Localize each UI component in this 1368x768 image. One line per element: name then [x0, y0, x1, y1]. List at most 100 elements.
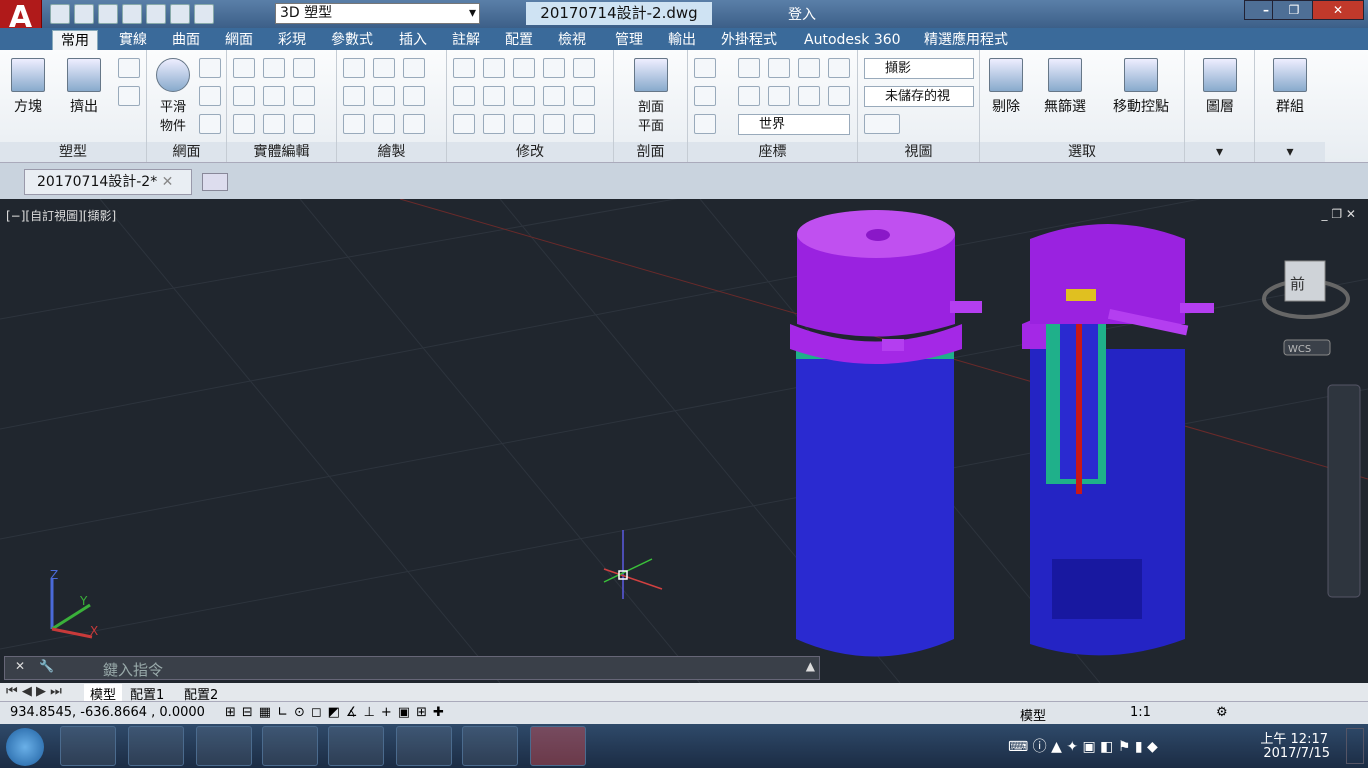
- viewcube[interactable]: 前 WCS: [1262, 260, 1350, 356]
- tab-featured-apps[interactable]: 精選應用程式: [924, 30, 1008, 50]
- viewport-window-controls[interactable]: _ ❐ ✕: [1322, 207, 1356, 221]
- command-input[interactable]: 鍵入指令: [103, 659, 163, 680]
- panel-title-coordinates[interactable]: 座標: [688, 142, 857, 162]
- close-icon[interactable]: ✕: [15, 659, 25, 673]
- navigation-bar[interactable]: [1327, 384, 1361, 598]
- move-gizmo-button[interactable]: 移動控點: [1104, 58, 1178, 116]
- section-plane-button[interactable]: 剖面 平面: [627, 58, 675, 134]
- autocad-taskbar-icon[interactable]: [530, 726, 586, 766]
- ucs-named-icon[interactable]: [738, 58, 760, 78]
- thicken-icon[interactable]: [263, 114, 285, 134]
- 3d-move-icon[interactable]: [483, 58, 505, 78]
- tab-render[interactable]: 彩現: [278, 30, 306, 50]
- ucs-origin-icon[interactable]: [768, 58, 790, 78]
- no-filter-button[interactable]: 無篩選: [1034, 58, 1096, 116]
- save-icon[interactable]: [98, 4, 118, 24]
- explorer-taskbar-icon[interactable]: [128, 726, 184, 766]
- print-icon[interactable]: [146, 4, 166, 24]
- command-line[interactable]: ✕ 🔧 鍵入指令 ▲: [4, 656, 820, 680]
- smooth-more-icon[interactable]: [199, 58, 221, 78]
- subtract-icon[interactable]: [233, 86, 255, 106]
- rotate-icon[interactable]: [513, 86, 535, 106]
- wrench-icon[interactable]: 🔧: [39, 659, 54, 673]
- polygon-icon[interactable]: [343, 114, 365, 134]
- ucs-world-select[interactable]: 世界: [738, 114, 850, 135]
- ucs-x-icon[interactable]: [768, 86, 790, 106]
- arc-icon[interactable]: [403, 58, 425, 78]
- open-icon[interactable]: [74, 4, 94, 24]
- trim-icon[interactable]: [573, 58, 595, 78]
- ucs-world-icon[interactable]: [694, 86, 716, 106]
- tank-model-full[interactable]: [790, 210, 982, 657]
- panel-title-draw[interactable]: 繪製: [337, 142, 446, 162]
- sign-in-link[interactable]: 登入: [788, 4, 816, 24]
- extrude-button[interactable]: 擠出: [60, 58, 108, 116]
- intersect-icon[interactable]: [233, 114, 255, 134]
- viewport-config-icon[interactable]: [864, 114, 900, 134]
- ucs-object-icon[interactable]: [828, 58, 850, 78]
- drafting-toggles[interactable]: ⊞⊟▦∟⊙◻◩∡⊥+▣⊞✚: [225, 705, 450, 720]
- command-history-icon[interactable]: ▲: [806, 659, 815, 673]
- restore-button[interactable]: ❐: [1272, 0, 1316, 20]
- tab-mesh[interactable]: 網面: [225, 30, 253, 50]
- box-button[interactable]: 方塊: [4, 58, 52, 116]
- ucs-3point-icon[interactable]: [828, 86, 850, 106]
- model-space-button[interactable]: 模型: [1020, 705, 1046, 724]
- panel-title-modify[interactable]: 修改: [447, 142, 613, 162]
- tab-addins[interactable]: 外掛程式: [721, 30, 777, 50]
- polyline-icon[interactable]: [343, 58, 365, 78]
- tab-output[interactable]: 輸出: [668, 30, 696, 50]
- named-view-select[interactable]: 未儲存的視: [864, 86, 974, 107]
- tab-annotate[interactable]: 註解: [452, 30, 480, 50]
- array-icon[interactable]: [573, 114, 595, 134]
- tank-model-section[interactable]: [1022, 224, 1214, 656]
- smooth-object-button[interactable]: 平滑 物件: [149, 58, 197, 134]
- circle-icon[interactable]: [403, 86, 425, 106]
- viewport-controls[interactable]: [−][自訂視圖][擷影]: [6, 207, 116, 224]
- panel-title-section[interactable]: 剖面: [614, 142, 687, 162]
- presspull-icon[interactable]: [118, 86, 140, 106]
- tab-insert[interactable]: 插入: [399, 30, 427, 50]
- helix-icon[interactable]: [373, 58, 395, 78]
- ucs-view-icon[interactable]: [798, 58, 820, 78]
- line-icon[interactable]: [373, 86, 395, 106]
- panel-title-groups[interactable]: ▾: [1255, 142, 1325, 162]
- tab-layout[interactable]: 配置: [505, 30, 533, 50]
- ucs-previous-icon[interactable]: [738, 86, 760, 106]
- fillet-icon[interactable]: [543, 58, 565, 78]
- ucs-icon[interactable]: [694, 58, 716, 78]
- redo-icon[interactable]: [194, 4, 214, 24]
- mirror-icon[interactable]: [483, 114, 505, 134]
- layers-button[interactable]: 圖層: [1196, 58, 1244, 116]
- tray-icons[interactable]: ⌨ ⓘ ▲ ✦ ▣ ◧ ⚑ ▮ ◆: [1008, 736, 1158, 756]
- chamfer-icon[interactable]: [573, 86, 595, 106]
- drawing-viewport[interactable]: Z Y X 前 WCS [−][自訂視圖][擷影] _ ❐ ✕: [0, 199, 1368, 683]
- smooth-less-icon[interactable]: [199, 86, 221, 106]
- align-icon[interactable]: [453, 86, 475, 106]
- erase-icon[interactable]: [453, 114, 475, 134]
- coordinates-readout[interactable]: 934.8545, -636.8664 , 0.0000: [10, 705, 205, 720]
- copy-icon[interactable]: [543, 86, 565, 106]
- show-desktop-button[interactable]: [1346, 728, 1364, 764]
- refine-mesh-icon[interactable]: [199, 114, 221, 134]
- document-tab[interactable]: 20170714設計-2* ✕: [24, 169, 192, 195]
- excel-taskbar-icon[interactable]: [462, 726, 518, 766]
- tab-surface[interactable]: 曲面: [172, 30, 200, 50]
- group-button[interactable]: 群組: [1266, 58, 1314, 116]
- culling-button[interactable]: 剔除: [982, 58, 1030, 116]
- shell-icon[interactable]: [293, 114, 315, 134]
- tab-view[interactable]: 檢視: [558, 30, 586, 50]
- start-button[interactable]: [6, 728, 44, 766]
- tab-solid[interactable]: 實線: [119, 30, 147, 50]
- annotation-scale[interactable]: 1:1: [1130, 705, 1151, 720]
- offset-icon[interactable]: [513, 114, 535, 134]
- tab-parametric[interactable]: 參數式: [331, 30, 373, 50]
- 3d-rotate-icon[interactable]: [483, 86, 505, 106]
- panel-title-layers[interactable]: ▾: [1185, 142, 1254, 162]
- panel-title-mesh[interactable]: 網面: [147, 142, 226, 162]
- word-taskbar-icon[interactable]: [328, 726, 384, 766]
- new-icon[interactable]: [50, 4, 70, 24]
- acrobat-taskbar-icon[interactable]: [396, 726, 452, 766]
- panel-title-view[interactable]: 視圖: [858, 142, 979, 162]
- rectangle-icon[interactable]: [373, 114, 395, 134]
